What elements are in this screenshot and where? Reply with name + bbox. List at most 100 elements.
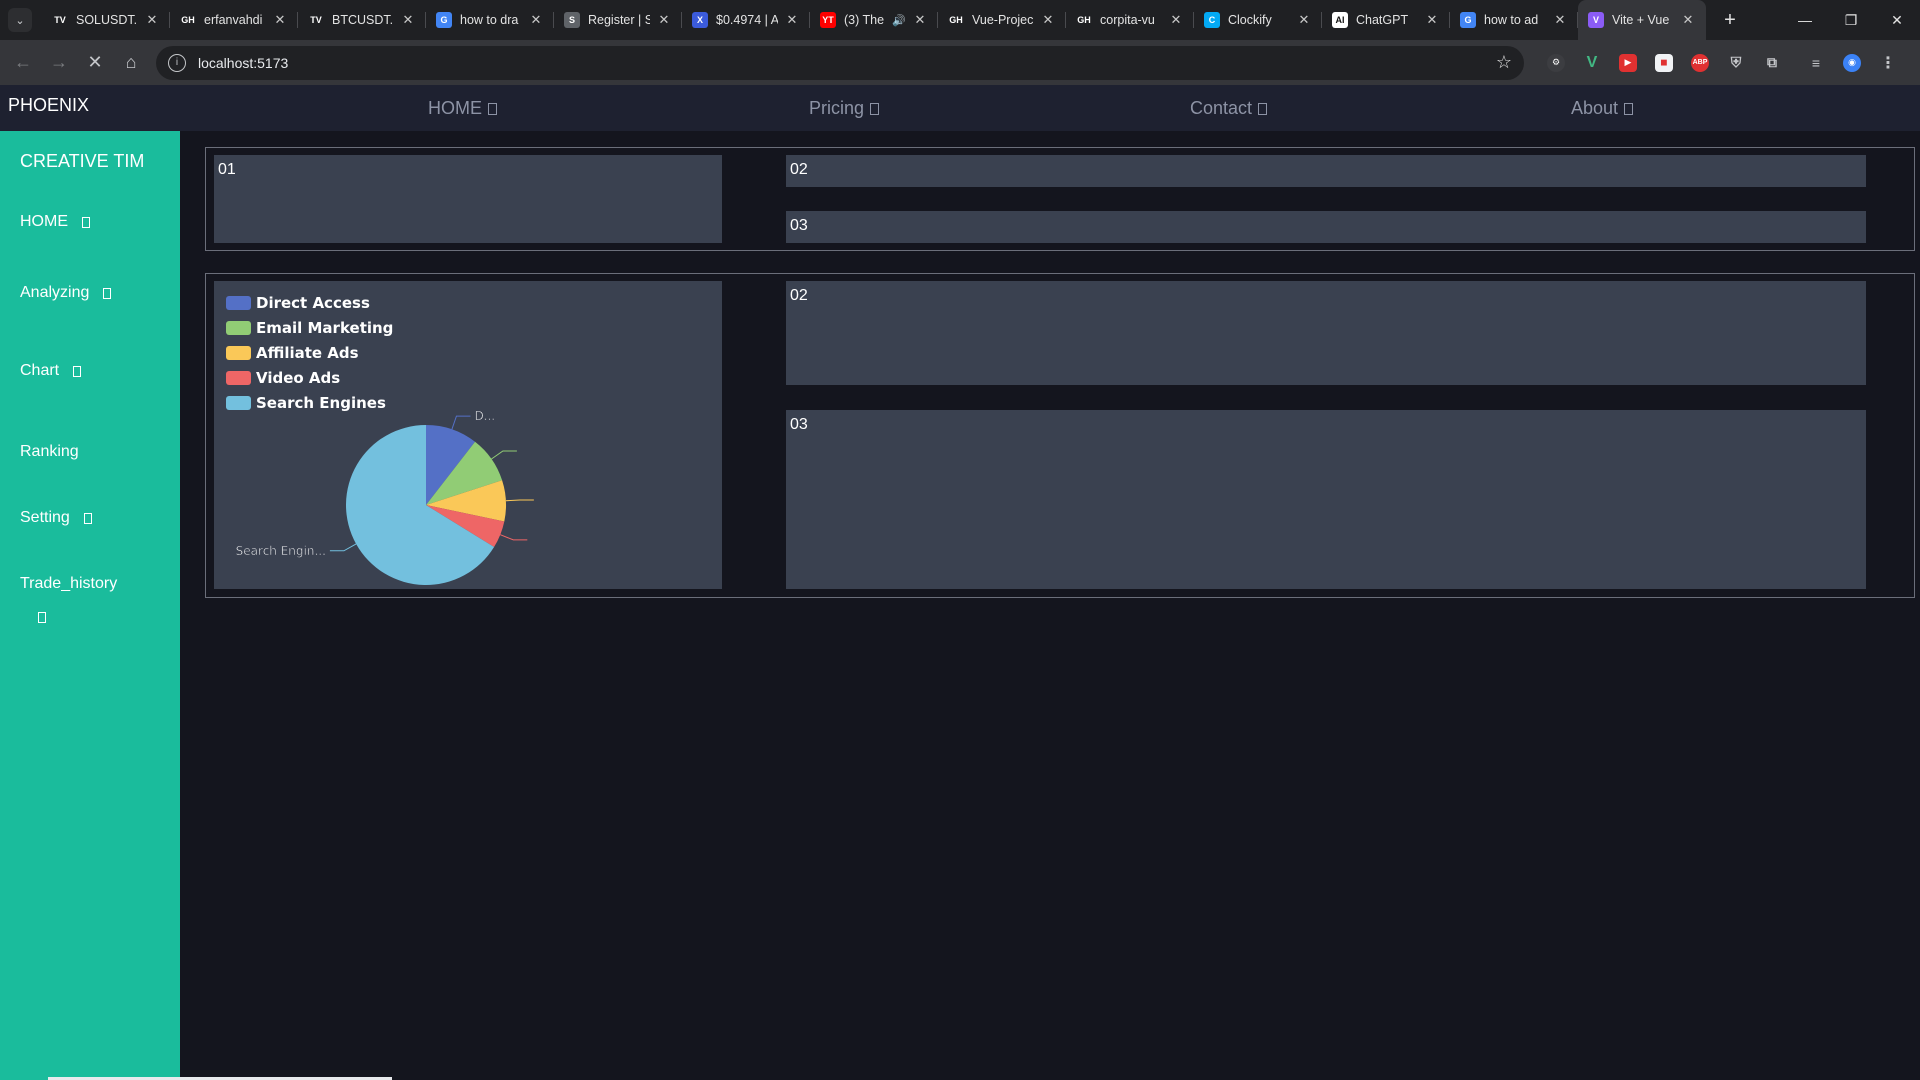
browser-tab[interactable]: Ghow to dra ✕ — [426, 0, 554, 40]
pie-slice-label: D... — [474, 409, 495, 423]
browser-menu-icon[interactable]: ⋮ — [1874, 49, 1902, 77]
tab-strip: ⌄ TVSOLUSDT.P✕GHerfanvahdi✕TVBTCUSDT.P✕G… — [0, 0, 1920, 40]
forward-icon[interactable]: → — [42, 46, 76, 80]
tab-close-icon[interactable]: ✕ — [1168, 12, 1184, 28]
profile-avatar-icon[interactable]: ◉ — [1838, 49, 1866, 77]
missing-glyph-icon — [1624, 102, 1634, 115]
tab-close-icon[interactable]: ✕ — [1424, 12, 1440, 28]
home-icon[interactable]: ⌂ — [114, 46, 148, 80]
nav-item-about[interactable]: About — [1571, 98, 1634, 119]
browser-tab[interactable]: TV BTCUSDT.P ✕ — [298, 0, 426, 40]
tab-close-icon[interactable]: ✕ — [144, 12, 160, 28]
legend-swatch — [226, 345, 251, 360]
back-icon[interactable]: ← — [6, 46, 40, 80]
tab-close-icon[interactable]: ✕ — [1040, 12, 1056, 28]
browser-tab[interactable]: TV SOLUSDT.P ✕ — [42, 0, 170, 40]
tab-search-button[interactable]: ⌄ — [8, 8, 32, 32]
browser-tab[interactable]: AI ChatGPT ✕ — [1322, 0, 1450, 40]
browser-tab[interactable]: X $0.4974 | A ✕ — [682, 0, 810, 40]
legend-label: Video Ads — [256, 368, 341, 387]
reading-list-icon[interactable]: ≡ — [1802, 49, 1830, 77]
tab-close-icon[interactable]: ✕ — [272, 12, 288, 28]
browser-tab[interactable]: GH corpita-vu ✕ — [1066, 0, 1194, 40]
browser-tab[interactable]: V Vite + Vue ✕ — [1578, 0, 1706, 40]
tab-title: how to ad — [1484, 13, 1539, 27]
tab-favicon-icon: X — [692, 12, 708, 28]
nav-item-contact[interactable]: Contact — [1190, 98, 1268, 119]
new-tab-button[interactable]: + — [1718, 9, 1742, 32]
sidebar-item-label: Trade_history — [20, 575, 118, 592]
tab-close-icon[interactable]: ✕ — [656, 12, 672, 28]
restore-icon[interactable]: ❐ — [1828, 0, 1874, 40]
browser-tab[interactable]: C Clockify ✕ — [1194, 0, 1322, 40]
extension-card-icon[interactable]: ◼ — [1650, 49, 1678, 77]
browser-tab[interactable]: YT (3) The 🔊 ✕ — [810, 0, 938, 40]
tab-favicon-icon: G — [436, 12, 452, 28]
tab-close-icon[interactable]: ✕ — [1680, 12, 1696, 28]
extension-abp-icon[interactable]: ABP — [1686, 49, 1714, 77]
browser-tab[interactable]: GH Vue-Projec ✕ — [938, 0, 1066, 40]
card-label: 01 — [218, 161, 236, 178]
browser-tab[interactable]: S Register | S ✕ — [554, 0, 682, 40]
extension-vue-icon[interactable]: V — [1578, 49, 1606, 77]
url-text[interactable]: localhost:5173 — [198, 55, 1496, 71]
site-info-icon[interactable]: i — [168, 53, 186, 72]
sidebar-item-ranking[interactable]: Ranking — [20, 443, 79, 461]
tab-close-icon[interactable]: ✕ — [1296, 12, 1312, 28]
missing-glyph-icon — [83, 512, 92, 524]
stop-loading-icon[interactable]: ✕ — [78, 46, 112, 80]
bookmark-star-icon[interactable]: ☆ — [1496, 52, 1512, 73]
card-02-large: 02 — [786, 281, 1866, 385]
tab-close-icon[interactable]: ✕ — [784, 12, 800, 28]
extension-off-icon[interactable]: ⚙ — [1542, 49, 1570, 77]
tab-favicon-icon: C — [1204, 12, 1220, 28]
tab-title: (3) The — [844, 13, 885, 27]
app-root: PHOENIX HOME Pricing Contact About CREAT… — [0, 85, 1920, 1080]
extension-video-icon[interactable]: ▶ — [1614, 49, 1642, 77]
legend-item[interactable]: Email Marketing — [226, 315, 393, 340]
sidebar-title: CREATIVE TIM — [20, 151, 145, 171]
legend-item[interactable]: Direct Access — [226, 290, 393, 315]
browser-tab[interactable]: Ghow to ad ✕ — [1450, 0, 1578, 40]
sidebar-item-chart[interactable]: Chart — [20, 362, 82, 380]
tab-close-icon[interactable]: ✕ — [400, 12, 416, 28]
card-label: 03 — [790, 217, 808, 234]
sidebar-item-home[interactable]: HOME — [20, 213, 90, 231]
card-label: 02 — [790, 161, 808, 178]
legend-swatch — [226, 295, 251, 310]
tab-title: Vite + Vue — [1612, 13, 1670, 27]
close-window-icon[interactable]: ✕ — [1874, 0, 1920, 40]
pie-slice-label: Search Engin... — [236, 544, 326, 558]
pie-label-line — [451, 415, 471, 430]
tab-audio-icon[interactable]: 🔊 — [892, 14, 906, 27]
legend-item[interactable]: Affiliate Ads — [226, 340, 393, 365]
tab-close-icon[interactable]: ✕ — [528, 12, 544, 28]
legend-label: Direct Access — [256, 293, 370, 312]
tab-title: Vue-Projec — [972, 13, 1034, 27]
tab-close-icon[interactable]: ✕ — [912, 12, 928, 28]
tab-favicon-icon: AI — [1332, 12, 1348, 28]
minimize-icon[interactable]: — — [1782, 0, 1828, 40]
extension-shield-icon[interactable]: ⛨ — [1722, 49, 1750, 77]
card-01: 01 — [214, 155, 722, 243]
sidebar-item-trade-history[interactable]: Trade_history — [20, 575, 117, 593]
pie-label-line — [491, 450, 517, 460]
missing-glyph-icon — [1258, 102, 1268, 115]
missing-glyph-icon — [82, 216, 90, 228]
sidebar-item-label: Chart — [20, 362, 60, 379]
nav-item-label: Pricing — [809, 98, 865, 118]
browser-tab[interactable]: GH erfanvahdi ✕ — [170, 0, 298, 40]
nav-item-home[interactable]: HOME — [428, 98, 497, 119]
nav-item-label: Contact — [1190, 98, 1253, 118]
sidebar-item-label: Ranking — [20, 443, 79, 460]
legend-label: Email Marketing — [256, 318, 394, 337]
sidebar-item-analyzing[interactable]: Analyzing — [20, 284, 112, 302]
nav-item-pricing[interactable]: Pricing — [809, 98, 880, 119]
extensions-puzzle-icon[interactable]: ⧉ — [1758, 49, 1786, 77]
sidebar-item-setting[interactable]: Setting — [20, 509, 92, 527]
address-bar[interactable]: i localhost:5173 ☆ — [156, 45, 1524, 80]
pie-chart: D... Search Engin... — [235, 409, 534, 585]
tab-title: how to dra — [460, 13, 519, 27]
legend-item[interactable]: Video Ads — [226, 365, 393, 390]
tab-close-icon[interactable]: ✕ — [1552, 12, 1568, 28]
